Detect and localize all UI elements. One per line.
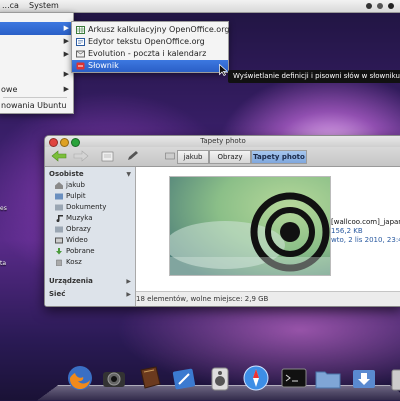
forward-arrow-icon[interactable] <box>73 150 89 162</box>
videos-folder-icon <box>55 237 63 244</box>
documents-folder-icon <box>55 204 63 211</box>
file-view: [wallcoo.com]_japane 156,2 KB wto, 2 lis… <box>136 167 400 291</box>
drive-icon <box>165 152 175 160</box>
desktop-label-fragment: ta <box>0 260 7 267</box>
sidebar-item-label: Obrazy <box>66 225 91 233</box>
chevron-right-icon[interactable]: ▶ <box>126 291 131 298</box>
breadcrumb-item-pictures[interactable]: Obrazy <box>209 150 251 164</box>
menu-item-label: nowania Ubuntu <box>1 101 67 110</box>
sidebar-item-label: Kosz <box>66 258 82 266</box>
submenu-item-label: Słownik <box>88 61 119 70</box>
submenu-item-label: Edytor tekstu OpenOffice.org <box>88 37 205 46</box>
new-folder-icon[interactable] <box>101 150 115 162</box>
camera-icon[interactable] <box>100 364 128 392</box>
sidebar-item-pictures[interactable]: Obrazy <box>55 224 133 235</box>
menu-item[interactable]: ▶ <box>0 48 73 61</box>
writer-icon <box>76 38 85 46</box>
chevron-right-icon: ▶ <box>63 50 69 58</box>
panel-menu-places[interactable]: ...ca <box>2 1 19 10</box>
mouse-cursor-icon <box>219 64 228 76</box>
submenu-item-label: Arkusz kalkulacyjny OpenOffice.org <box>88 25 230 34</box>
sidebar-item-desktop[interactable]: Pulpit <box>55 191 133 202</box>
menu-item[interactable]: ▶ <box>0 35 73 48</box>
sidebar: Osobiste ▼ jakub Pulpit Dokumenty Muzyka… <box>45 167 136 306</box>
spreadsheet-icon <box>76 26 85 34</box>
window-title: Tapety photo <box>200 137 246 145</box>
firefox-icon[interactable] <box>66 364 94 392</box>
status-text: 18 elementów, wolne miejsce: 2,9 GB <box>136 295 269 303</box>
downloads-icon[interactable] <box>350 364 378 392</box>
panel-menu-system[interactable]: System <box>29 1 59 10</box>
pen-icon[interactable] <box>170 364 198 392</box>
downloads-folder-icon <box>56 248 62 255</box>
menu-item-administration[interactable]: nowania Ubuntu <box>0 99 73 112</box>
chevron-right-icon: ▶ <box>63 70 69 78</box>
chevron-right-icon: ▶ <box>63 37 69 45</box>
home-folder-icon <box>55 182 63 189</box>
applications-menu: ▶ ▶ ▶ ▶ owe ▶ nowania Ubuntu <box>0 12 74 114</box>
sidebar-item-label: Muzyka <box>66 214 93 222</box>
file-item-label[interactable]: [wallcoo.com]_japane 156,2 KB wto, 2 lis… <box>331 218 400 245</box>
file-thumbnail[interactable] <box>169 176 331 276</box>
sidebar-item-trash[interactable]: Kosz <box>55 257 133 268</box>
trash-icon <box>56 259 62 266</box>
menu-item-office[interactable]: ▶ <box>0 22 73 35</box>
sidebar-header-network[interactable]: Sieć <box>49 290 65 298</box>
menu-item[interactable]: ▶ <box>0 68 73 81</box>
safari-icon[interactable] <box>242 364 270 392</box>
chevron-right-icon: ▶ <box>63 24 69 32</box>
edit-pencil-icon[interactable] <box>125 150 141 162</box>
submenu-item-evolution[interactable]: Evolution - poczta i kalendarz <box>72 48 228 60</box>
dictionary-icon <box>76 62 85 70</box>
menu-item-label: owe <box>1 85 18 94</box>
folder-icon[interactable] <box>314 364 342 392</box>
sidebar-item-videos[interactable]: Wideo <box>55 235 133 246</box>
file-manager-window: Tapety photo jakub Obrazy Tapety photo O… <box>44 135 400 307</box>
file-size: 156,2 KB <box>331 227 363 235</box>
sidebar-item-downloads[interactable]: Pobrane <box>55 246 133 257</box>
sidebar-item-label: Pobrane <box>66 247 95 255</box>
power-icon[interactable] <box>388 3 394 9</box>
toolbar: jakub Obrazy Tapety photo <box>45 147 400 167</box>
sidebar-header-places[interactable]: Osobiste <box>49 170 84 178</box>
music-folder-icon <box>56 215 63 222</box>
breadcrumb-item-current[interactable]: Tapety photo <box>251 150 307 164</box>
back-arrow-icon[interactable] <box>51 150 67 162</box>
submenu-item-label: Evolution - poczta i kalendarz <box>88 49 207 58</box>
sidebar-item-label: Dokumenty <box>66 203 107 211</box>
sidebar-item-documents[interactable]: Dokumenty <box>55 202 133 213</box>
file-date: wto, 2 lis 2010, 23:4( <box>331 236 400 244</box>
chevron-right-icon: ▶ <box>63 85 69 93</box>
terminal-icon[interactable] <box>280 364 308 392</box>
submenu-item-spreadsheet[interactable]: Arkusz kalkulacyjny OpenOffice.org <box>72 24 230 36</box>
speaker-icon[interactable] <box>206 364 234 392</box>
panel-tray <box>366 2 396 10</box>
sidebar-item-label: Wideo <box>66 236 88 244</box>
office-submenu: Arkusz kalkulacyjny OpenOffice.org Edyto… <box>71 21 229 73</box>
user-icon[interactable] <box>377 3 383 9</box>
trash-icon[interactable] <box>386 364 400 392</box>
chevron-down-icon[interactable]: ▼ <box>126 171 131 178</box>
submenu-item-writer[interactable]: Edytor tekstu OpenOffice.org <box>72 36 228 48</box>
menu-item-preferences[interactable]: owe ▶ <box>0 83 73 96</box>
file-name: [wallcoo.com]_japane <box>331 218 400 226</box>
breadcrumb-item-home[interactable]: jakub <box>177 150 209 164</box>
sidebar-item-label: Pulpit <box>66 192 86 200</box>
menu-separator <box>3 97 67 98</box>
desktop-label-fragment: es <box>0 205 7 212</box>
mail-calendar-icon <box>76 50 85 58</box>
desktop-folder-icon <box>55 193 63 200</box>
tooltip: Wyświetlanie definicji i pisowni słów w … <box>228 70 400 83</box>
window-titlebar[interactable]: Tapety photo <box>45 136 400 147</box>
book-icon[interactable] <box>136 364 164 392</box>
sidebar-item-label: jakub <box>66 181 85 189</box>
sidebar-item-music[interactable]: Muzyka <box>55 213 133 224</box>
submenu-item-dictionary[interactable]: Słownik <box>72 60 228 72</box>
statusbar: 18 elementów, wolne miejsce: 2,9 GB <box>136 291 400 306</box>
chevron-right-icon[interactable]: ▶ <box>126 278 131 285</box>
pictures-folder-icon <box>55 226 63 233</box>
sidebar-header-devices[interactable]: Urządzenia <box>49 277 93 285</box>
status-icon[interactable] <box>366 3 372 9</box>
sidebar-item-home[interactable]: jakub <box>55 180 133 191</box>
